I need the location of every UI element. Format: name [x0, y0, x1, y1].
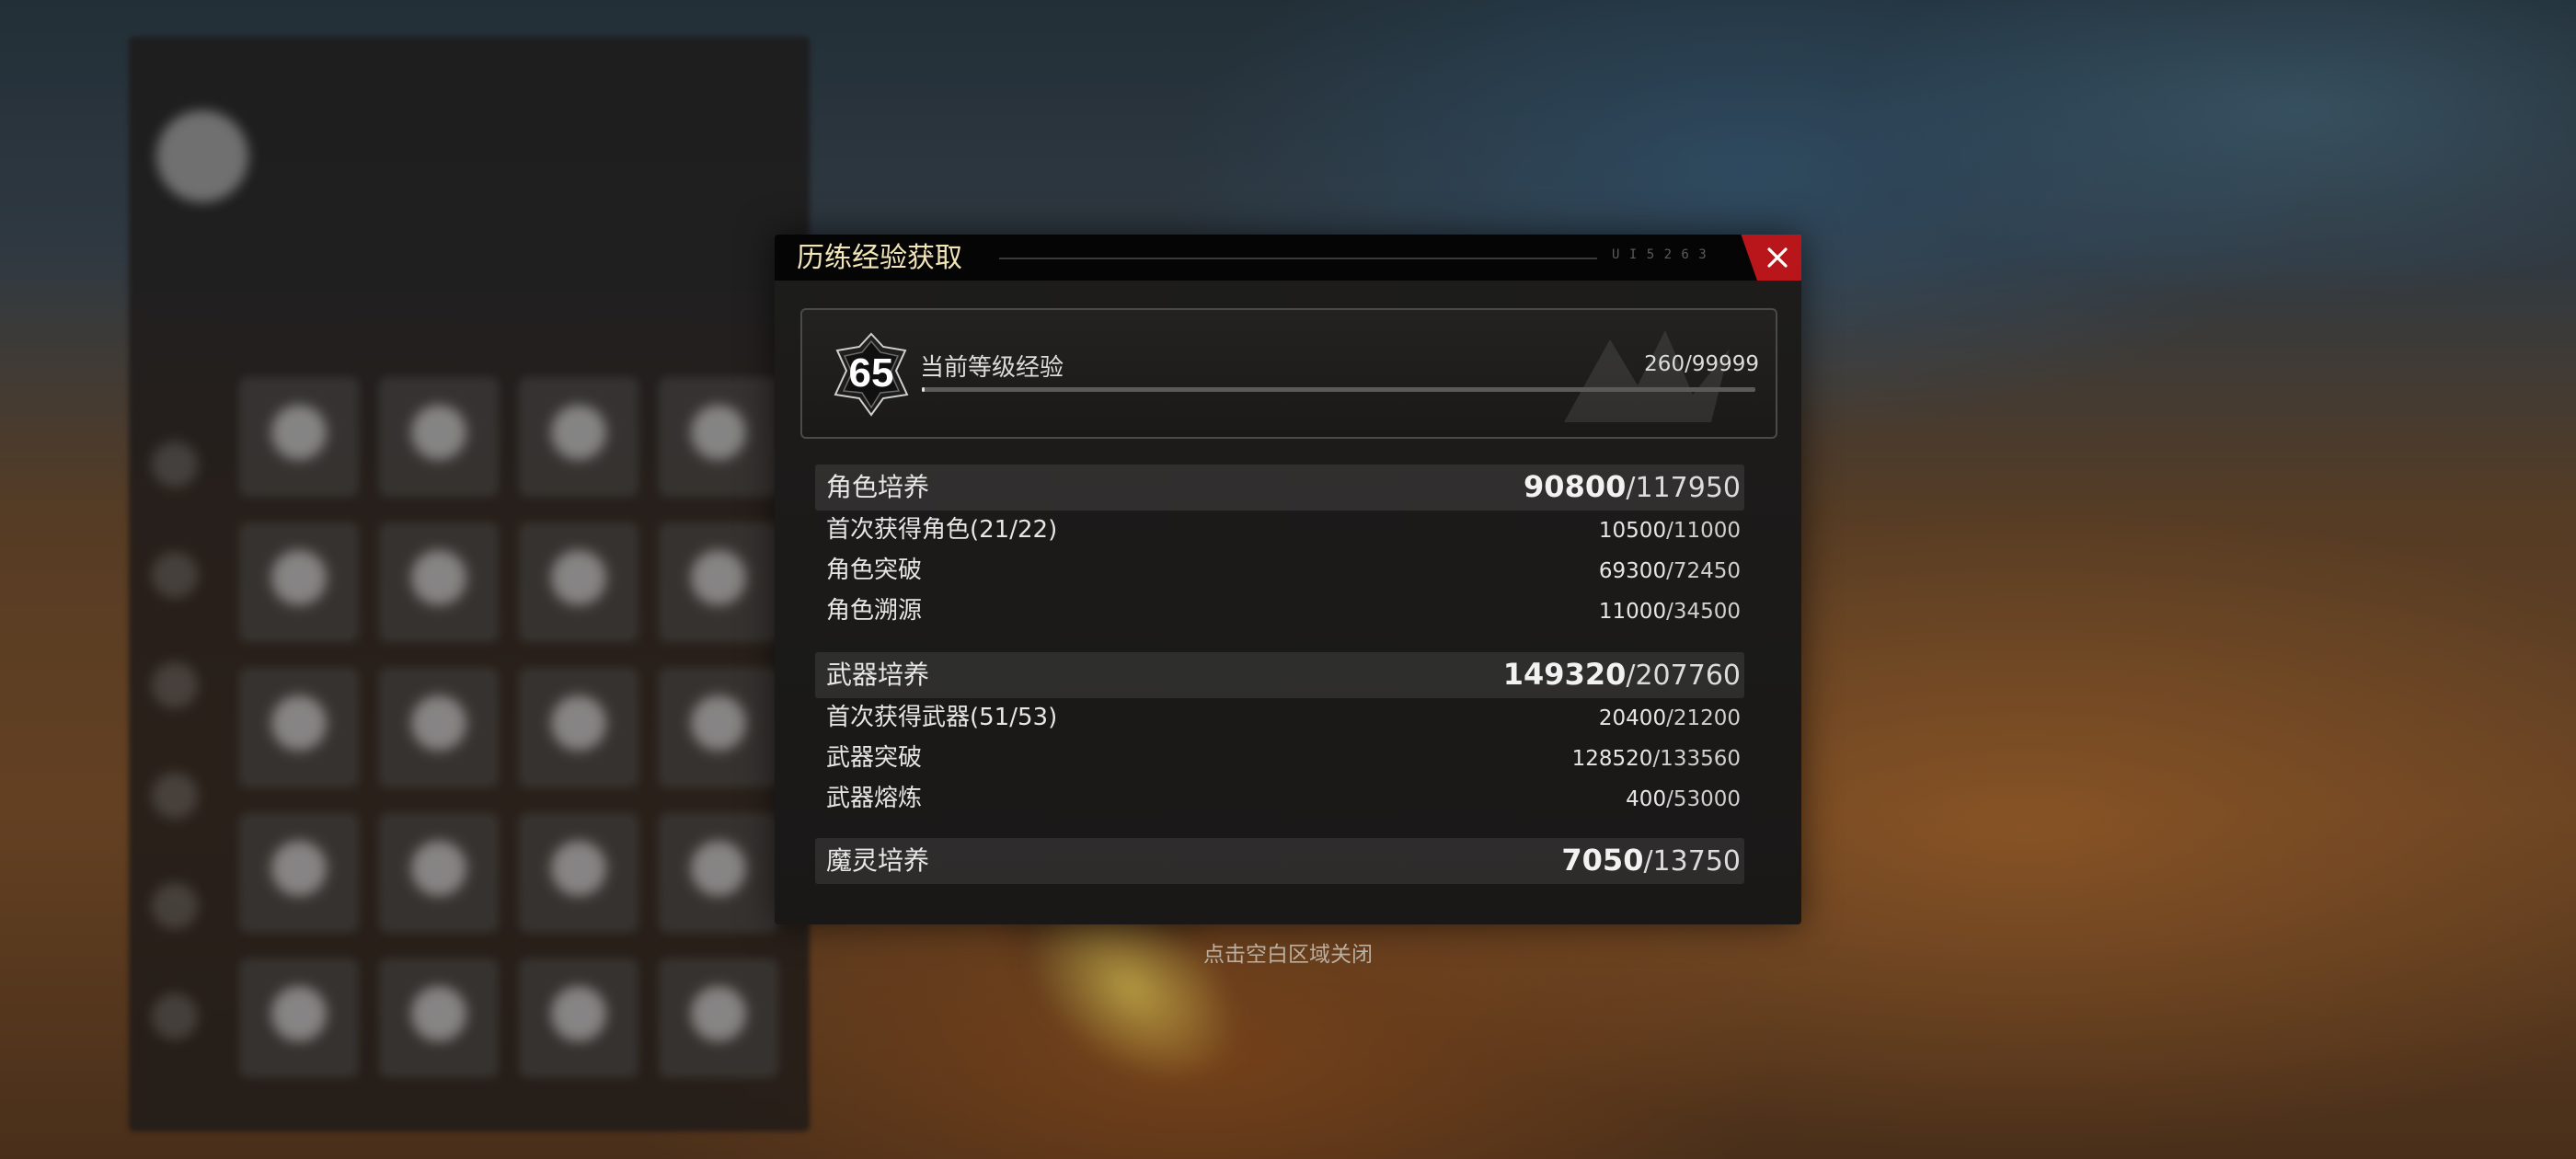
row-label: 武器突破 [826, 744, 923, 772]
list-item: 武器熔炼 400/53000 [815, 779, 1744, 820]
experience-dialog: 历练经验获取 U I 5 2 6 3 65 当前等级经验 260/99999 角… [775, 235, 1801, 924]
list-item: 角色突破 69300/72450 [815, 551, 1744, 591]
row-value: 400/53000 [1626, 787, 1741, 811]
section-character: 角色培养 90800/117950 首次获得角色(21/22) 10500/11… [815, 465, 1744, 632]
section-header: 角色培养 90800/117950 [815, 465, 1744, 511]
dialog-header: 历练经验获取 U I 5 2 6 3 [775, 235, 1801, 281]
row-label: 角色溯源 [826, 597, 923, 625]
level-label: 当前等级经验 [920, 354, 1064, 382]
section-weapon: 武器培养 149320/207760 首次获得武器(51/53) 20400/2… [815, 652, 1744, 820]
close-button[interactable] [1741, 235, 1801, 281]
list-item: 首次获得角色(21/22) 10500/11000 [815, 511, 1744, 551]
section-value: 149320/207760 [1502, 657, 1741, 692]
list-item: 首次获得武器(51/53) 20400/21200 [815, 698, 1744, 739]
level-number: 65 [848, 350, 894, 396]
dialog-title: 历练经验获取 [797, 242, 962, 274]
row-value: 69300/72450 [1598, 559, 1741, 583]
section-title: 武器培养 [826, 660, 930, 690]
list-item: 武器突破 128520/133560 [815, 739, 1744, 779]
section-title: 角色培养 [826, 472, 930, 502]
section-header: 魔灵培养 7050/13750 [815, 838, 1744, 884]
section-demon-spirit: 魔灵培养 7050/13750 [815, 838, 1744, 884]
level-progress-fill [922, 387, 925, 392]
row-label: 角色突破 [826, 557, 923, 584]
row-value: 11000/34500 [1598, 600, 1741, 624]
section-header: 武器培养 149320/207760 [815, 652, 1744, 698]
tap-to-close-hint: 点击空白区域关闭 [1203, 943, 1373, 967]
section-value: 7050/13750 [1561, 843, 1741, 878]
level-progress-bar [922, 387, 1755, 392]
row-label: 首次获得武器(51/53) [826, 704, 1058, 731]
row-label: 首次获得角色(21/22) [826, 516, 1058, 544]
section-value: 90800/117950 [1524, 469, 1741, 504]
watermark-emblem-icon [1564, 330, 1730, 422]
header-divider [999, 258, 1597, 259]
level-exp-value: 260/99999 [1644, 352, 1759, 376]
row-value: 10500/11000 [1598, 519, 1741, 543]
header-code: U I 5 2 6 3 [1612, 247, 1708, 262]
row-value: 20400/21200 [1598, 706, 1741, 730]
row-value: 128520/133560 [1571, 747, 1741, 771]
close-icon [1767, 247, 1788, 268]
row-label: 武器熔炼 [826, 785, 923, 812]
list-item: 角色溯源 11000/34500 [815, 591, 1744, 632]
current-level-card: 65 当前等级经验 260/99999 [800, 308, 1777, 439]
section-title: 魔灵培养 [826, 845, 930, 876]
